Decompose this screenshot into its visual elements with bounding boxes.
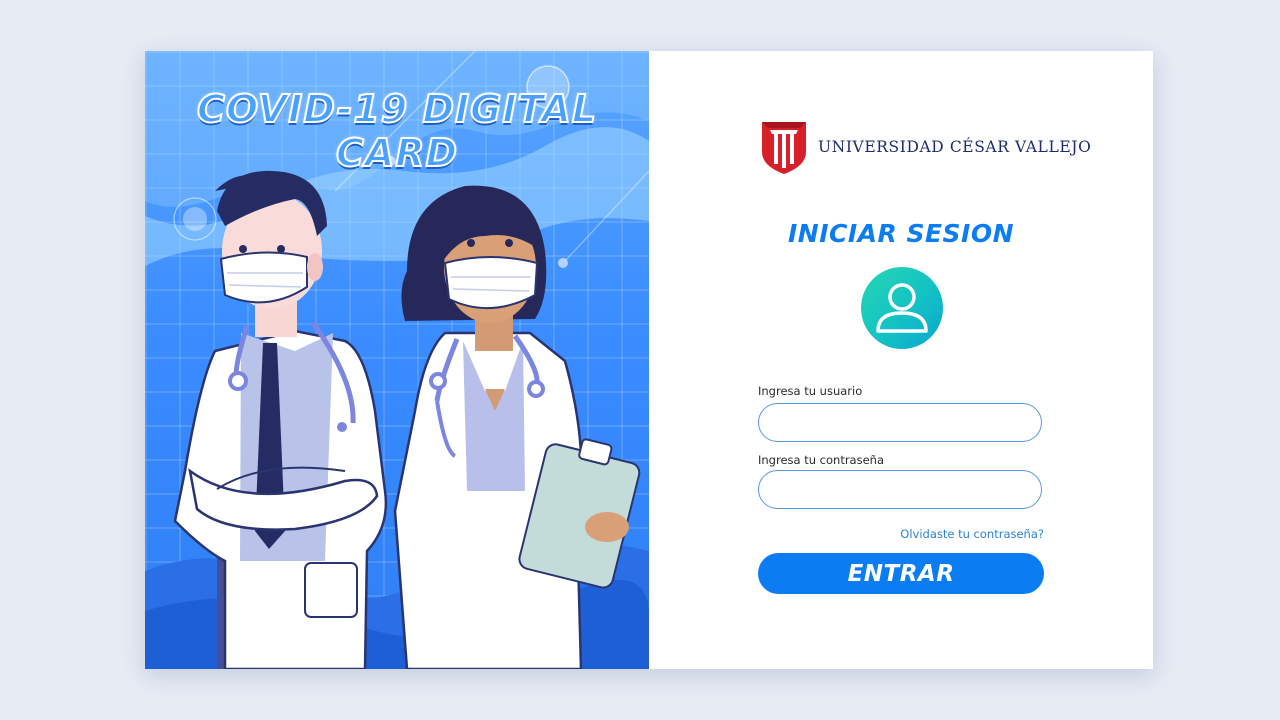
- login-card: COVID-19 DIGITAL CARD UNIVERSIDAD CÉSAR …: [145, 51, 1153, 669]
- login-title: INICIAR SESION: [787, 219, 1015, 248]
- university-brand: UNIVERSIDAD CÉSAR VALLEJO: [760, 117, 1091, 177]
- password-field[interactable]: [758, 470, 1042, 509]
- username-field[interactable]: [758, 403, 1042, 442]
- avatar: [861, 267, 943, 349]
- ucv-shield-logo: [762, 122, 806, 174]
- university-name: UNIVERSIDAD CÉSAR VALLEJO: [818, 138, 1092, 156]
- forgot-password-link[interactable]: Olvidaste tu contraseña?: [900, 527, 1044, 541]
- login-panel: UNIVERSIDAD CÉSAR VALLEJO INICIAR SESION…: [649, 51, 1153, 669]
- username-label: Ingresa tu usuario: [758, 384, 863, 398]
- user-icon: [876, 283, 928, 333]
- login-button[interactable]: ENTRAR: [758, 553, 1044, 594]
- password-label: Ingresa tu contraseña: [758, 453, 885, 467]
- hero-banner: COVID-19 DIGITAL CARD: [145, 51, 649, 669]
- hero-title: COVID-19 DIGITAL CARD: [196, 86, 598, 176]
